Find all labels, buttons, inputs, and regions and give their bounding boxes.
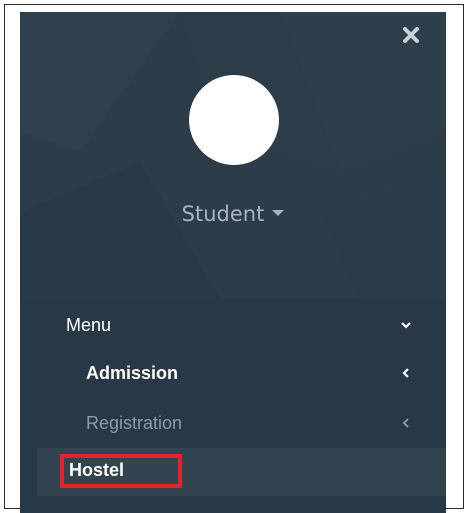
chevron-left-icon: [402, 418, 409, 428]
menu-item-hostel[interactable]: Hostel: [37, 448, 446, 496]
close-button[interactable]: [402, 26, 420, 44]
chevron-left-icon: [402, 368, 409, 378]
user-profile-section: Student: [20, 12, 446, 298]
menu-item-label: Hostel: [69, 460, 125, 480]
menu-item-label: Registration: [86, 413, 183, 433]
user-dropdown-toggle[interactable]: Student: [20, 202, 446, 226]
username-label: Student: [181, 202, 265, 226]
chevron-down-icon: [401, 322, 411, 329]
caret-down-icon: [272, 210, 285, 216]
menu-item-registration[interactable]: Registration: [20, 400, 446, 448]
navigation-menu: Menu Admission Registration Hostel: [20, 298, 446, 513]
avatar: [189, 75, 279, 165]
close-icon: [403, 27, 419, 43]
sidebar-panel: Student Menu Admission Registration Host…: [20, 12, 446, 513]
menu-header[interactable]: Menu: [20, 302, 446, 350]
menu-item-label: Admission: [86, 363, 179, 383]
menu-header-label: Menu: [66, 315, 112, 335]
menu-item-admission[interactable]: Admission: [20, 350, 446, 398]
